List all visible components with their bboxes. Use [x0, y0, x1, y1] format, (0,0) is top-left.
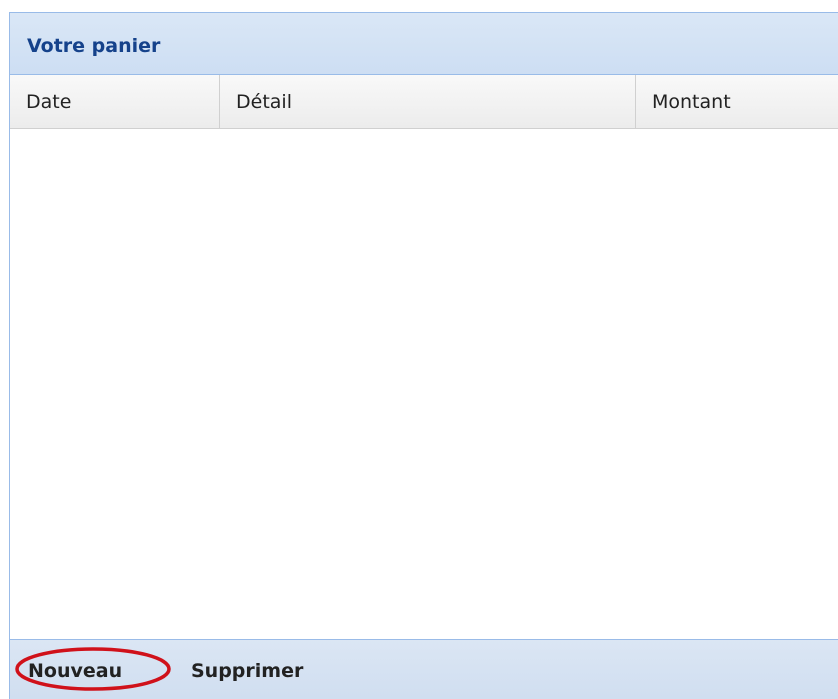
delete-button[interactable]: Supprimer — [191, 660, 303, 682]
column-header-date[interactable]: Date — [10, 75, 220, 129]
column-header-label: Montant — [652, 91, 731, 113]
cart-panel: Votre panier Date Détail Montant Nouveau… — [9, 12, 838, 699]
panel-header: Votre panier — [10, 13, 838, 75]
new-button[interactable]: Nouveau — [28, 660, 122, 682]
grid-body — [10, 129, 838, 639]
column-header-label: Détail — [236, 91, 292, 113]
column-header-detail[interactable]: Détail — [220, 75, 636, 129]
column-header-amount[interactable]: Montant — [636, 75, 838, 129]
column-header-label: Date — [26, 91, 72, 113]
bottom-toolbar: Nouveau Supprimer — [10, 639, 838, 699]
grid-header: Date Détail Montant — [10, 75, 838, 129]
panel-title: Votre panier — [27, 35, 161, 57]
